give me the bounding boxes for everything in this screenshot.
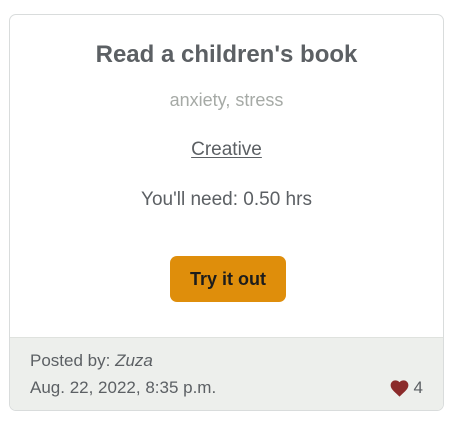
author-name[interactable]: Zuza xyxy=(115,351,153,370)
try-it-out-button[interactable]: Try it out xyxy=(170,256,286,302)
likes-count: 4 xyxy=(413,378,423,397)
duration: You'll need: 0.50 hrs xyxy=(10,189,443,211)
duration-label: You'll need: xyxy=(141,189,239,210)
card-footer: Posted by: Zuza Aug. 22, 2022, 8:35 p.m.… xyxy=(10,337,443,410)
category: Creative xyxy=(10,139,443,161)
card-title: Read a children's book xyxy=(95,41,358,68)
card-body: Read a children's book anxiety, stress C… xyxy=(10,15,443,337)
category-link[interactable]: Creative xyxy=(191,139,262,160)
posted-by-label: Posted by: xyxy=(30,351,111,370)
tags-text: anxiety, stress xyxy=(169,90,284,110)
post-date: Aug. 22, 2022, 8:35 p.m. xyxy=(30,378,217,397)
activity-card: Read a children's book anxiety, stress C… xyxy=(9,14,444,411)
posted-by: Posted by: Zuza xyxy=(30,351,153,371)
duration-value: 0.50 hrs xyxy=(243,189,312,210)
heart-icon[interactable] xyxy=(390,379,409,397)
like-button[interactable]: 4 xyxy=(390,378,423,398)
